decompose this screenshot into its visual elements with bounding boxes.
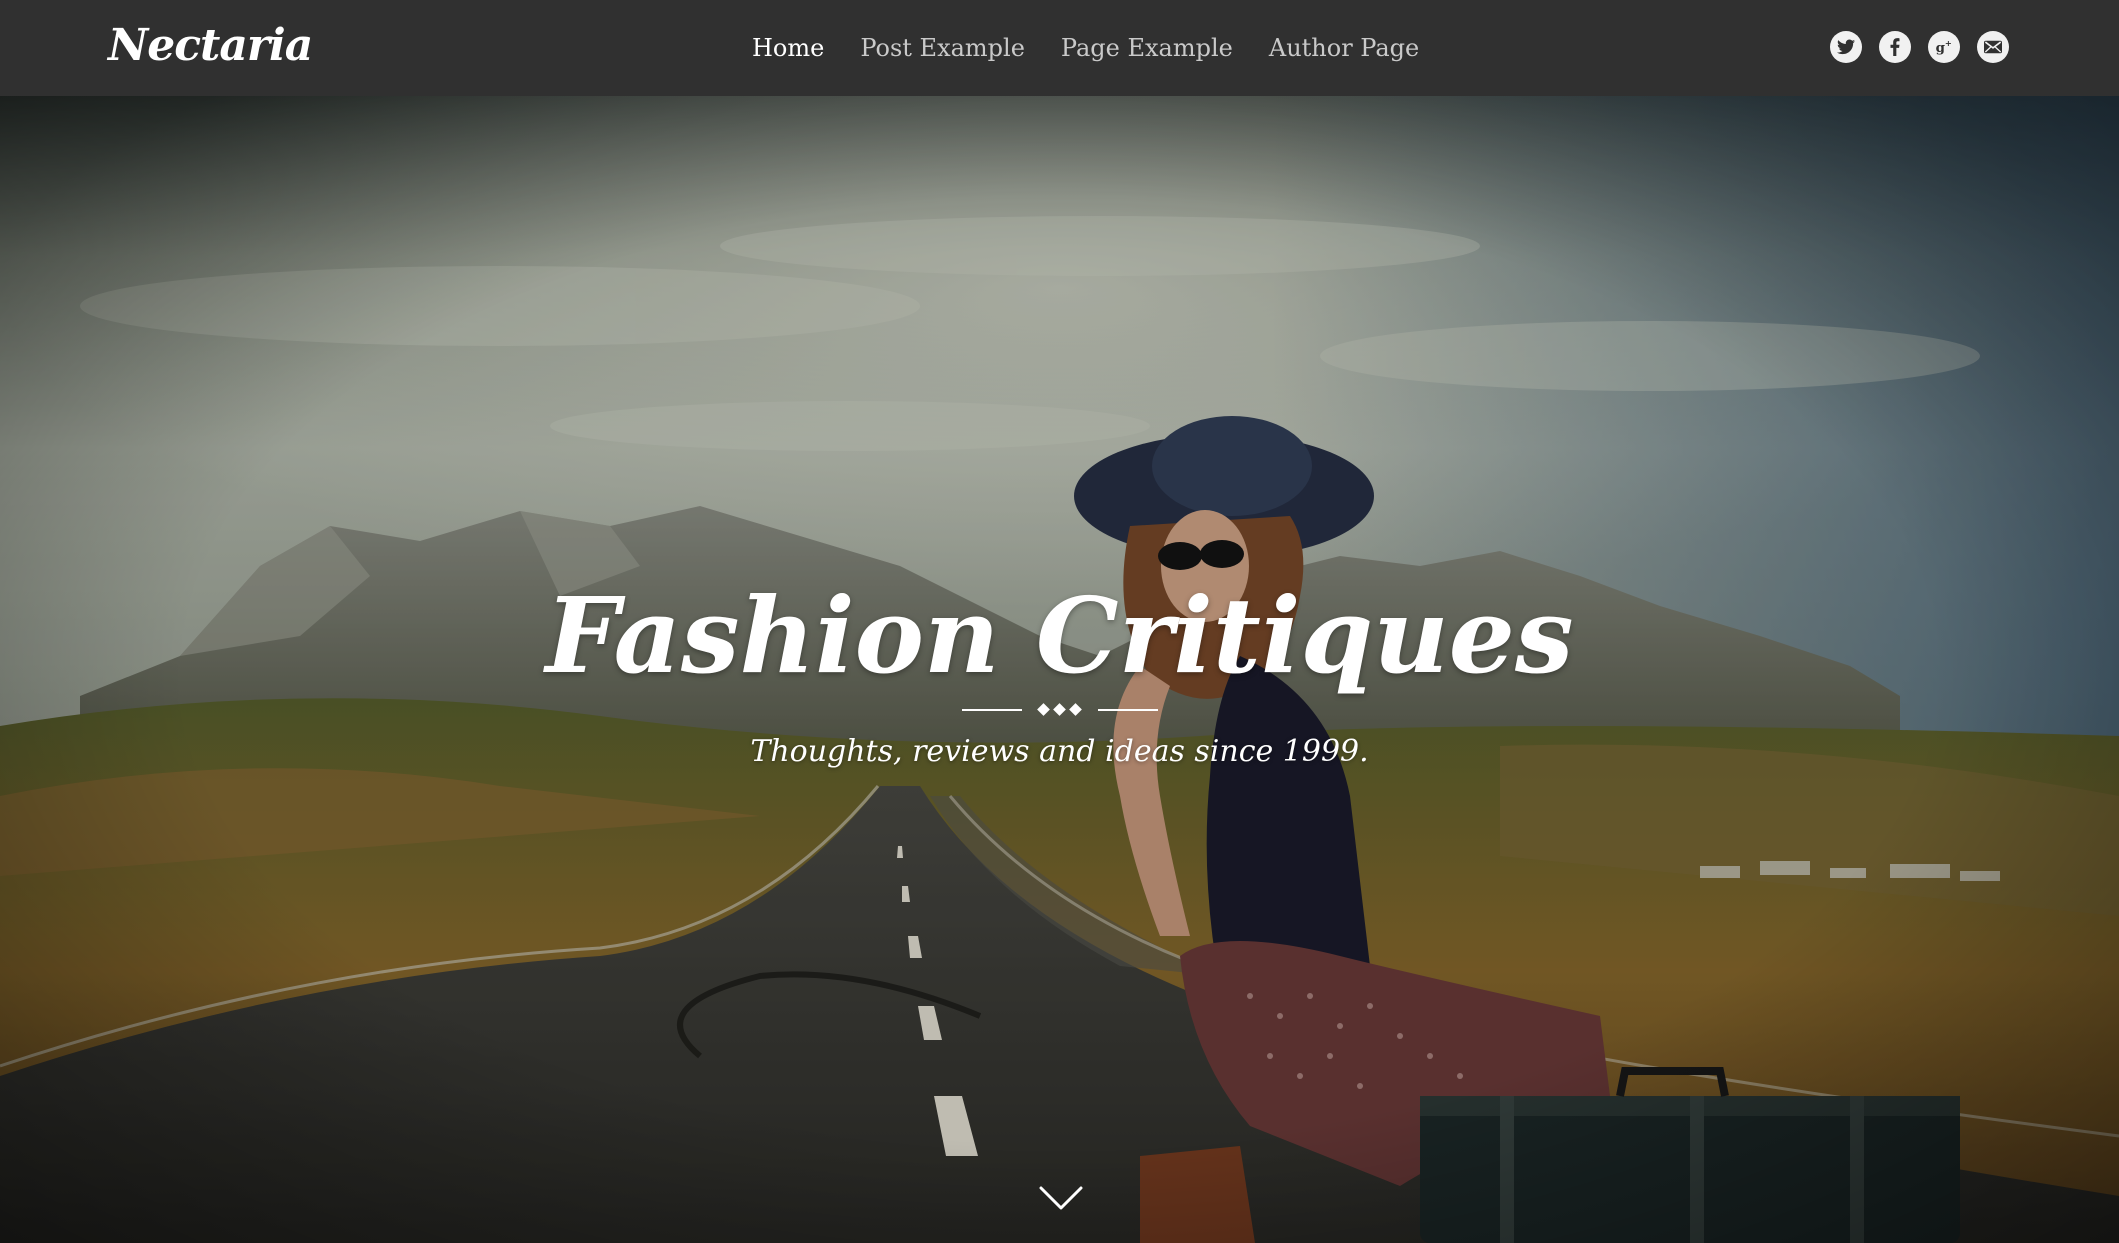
twitter-icon[interactable] bbox=[1830, 31, 1862, 63]
nav-item-home[interactable]: Home bbox=[752, 30, 824, 66]
email-icon[interactable] bbox=[1977, 31, 2009, 63]
hero-title: Fashion Critiques bbox=[545, 574, 1574, 697]
divider-line-right bbox=[1098, 709, 1158, 711]
divider-line-left bbox=[962, 709, 1022, 711]
google-plus-icon[interactable]: g + bbox=[1928, 31, 1960, 63]
divider-diamond bbox=[1069, 703, 1082, 716]
hero-section: Fashion Critiques Thoughts, reviews and … bbox=[0, 96, 2119, 1243]
title-divider bbox=[962, 702, 1158, 718]
nav-item-post-example[interactable]: Post Example bbox=[860, 30, 1025, 66]
svg-text:+: + bbox=[1945, 38, 1952, 48]
chevron-down-icon[interactable] bbox=[1039, 1184, 1083, 1212]
main-nav: Home Post Example Page Example Author Pa… bbox=[752, 30, 1455, 66]
social-links: g + bbox=[1830, 31, 2009, 63]
nav-item-author-page[interactable]: Author Page bbox=[1269, 30, 1419, 66]
hero-subtitle: Thoughts, reviews and ideas since 1999. bbox=[750, 734, 1369, 769]
divider-diamond bbox=[1037, 703, 1050, 716]
svg-text:g: g bbox=[1936, 40, 1945, 56]
nav-item-page-example[interactable]: Page Example bbox=[1061, 30, 1233, 66]
site-logo[interactable]: Nectaria bbox=[108, 18, 313, 74]
site-header: Nectaria Home Post Example Page Example … bbox=[0, 0, 2119, 96]
divider-diamond bbox=[1053, 703, 1066, 716]
facebook-icon[interactable] bbox=[1879, 31, 1911, 63]
